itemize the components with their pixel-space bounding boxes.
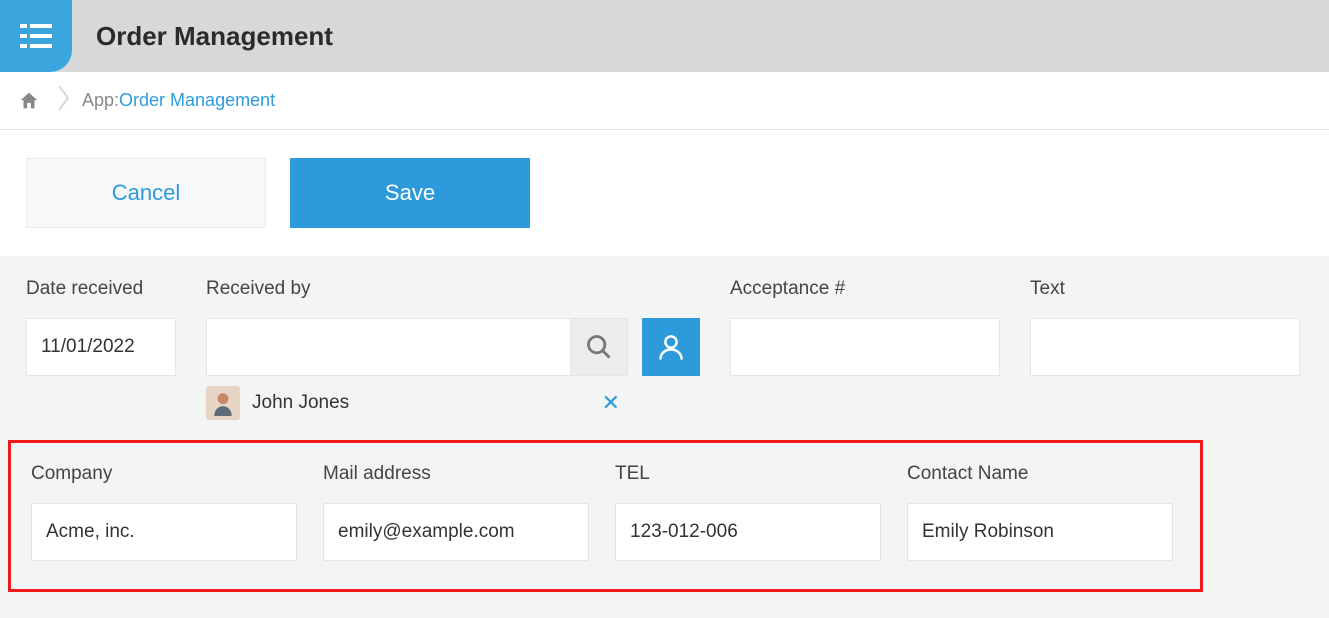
input-acceptance[interactable] — [730, 318, 1000, 376]
remove-user-icon[interactable]: ✕ — [594, 390, 628, 416]
breadcrumb: App: Order Management — [0, 72, 1329, 130]
label-text: Text — [1030, 278, 1300, 300]
field-acceptance: Acceptance # — [730, 278, 1000, 420]
org-member-button[interactable] — [642, 318, 700, 376]
form-area: Date received Received by — [0, 256, 1329, 618]
search-icon — [585, 333, 613, 361]
search-button[interactable] — [570, 318, 628, 376]
label-tel: TEL — [615, 463, 881, 485]
input-date-received[interactable] — [26, 318, 176, 376]
input-company[interactable] — [31, 503, 297, 561]
save-button[interactable]: Save — [290, 158, 530, 228]
field-received-by: Received by John Jones — [206, 278, 700, 420]
breadcrumb-app-link[interactable]: Order Management — [119, 90, 275, 111]
chevron-right-icon — [58, 84, 70, 118]
app-header: Order Management — [0, 0, 1329, 72]
home-icon[interactable] — [18, 90, 40, 112]
avatar — [206, 386, 240, 420]
field-mail: Mail address — [323, 463, 589, 561]
label-date-received: Date received — [26, 278, 176, 300]
app-icon — [0, 0, 72, 72]
field-contact: Contact Name — [907, 463, 1173, 561]
input-received-by[interactable] — [206, 318, 570, 376]
page-title: Order Management — [96, 21, 333, 52]
label-contact: Contact Name — [907, 463, 1173, 485]
label-received-by: Received by — [206, 278, 700, 300]
person-icon — [656, 332, 686, 362]
label-mail: Mail address — [323, 463, 589, 485]
label-company: Company — [31, 463, 297, 485]
field-text: Text — [1030, 278, 1300, 420]
toolbar: Cancel Save — [0, 130, 1329, 256]
cancel-button[interactable]: Cancel — [26, 158, 266, 228]
input-contact[interactable] — [907, 503, 1173, 561]
label-acceptance: Acceptance # — [730, 278, 1000, 300]
field-date-received: Date received — [26, 278, 176, 420]
breadcrumb-app-label: App: — [82, 90, 119, 111]
field-company: Company — [31, 463, 297, 561]
input-text[interactable] — [1030, 318, 1300, 376]
input-mail[interactable] — [323, 503, 589, 561]
field-tel: TEL — [615, 463, 881, 561]
selected-user-chip: John Jones ✕ — [206, 386, 628, 420]
highlight-box: Company Mail address TEL Contact Name — [8, 440, 1203, 592]
selected-user-name: John Jones — [252, 392, 349, 414]
list-icon — [16, 16, 56, 56]
input-tel[interactable] — [615, 503, 881, 561]
